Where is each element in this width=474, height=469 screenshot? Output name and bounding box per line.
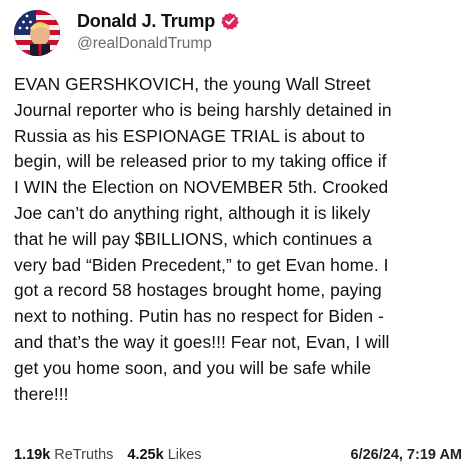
retruths-stat[interactable]: 1.19k ReTruths xyxy=(14,447,113,463)
author-display-name[interactable]: Donald J. Trump xyxy=(77,11,215,32)
retruths-label: ReTruths xyxy=(54,447,114,463)
post-footer: 1.19k ReTruths 4.25k Likes 6/26/24, 7:19… xyxy=(14,445,462,465)
avatar-image xyxy=(14,10,60,56)
retruths-count: 1.19k xyxy=(14,447,51,463)
truth-post: Donald J. Trump @realDonaldTrump EVAN GE… xyxy=(0,0,474,469)
avatar[interactable] xyxy=(14,10,60,56)
author-handle[interactable]: @realDonaldTrump xyxy=(77,35,212,53)
post-timestamp[interactable]: 6/26/24, 7:19 AM xyxy=(351,447,463,463)
likes-count: 4.25k xyxy=(127,447,164,463)
post-body-text: EVAN GERSHKOVICH, the young Wall Street … xyxy=(14,74,392,404)
verified-badge-icon xyxy=(221,12,239,30)
author-name-row: Donald J. Trump xyxy=(77,8,239,34)
likes-stat[interactable]: 4.25k Likes xyxy=(127,447,201,463)
likes-label: Likes xyxy=(167,447,202,463)
